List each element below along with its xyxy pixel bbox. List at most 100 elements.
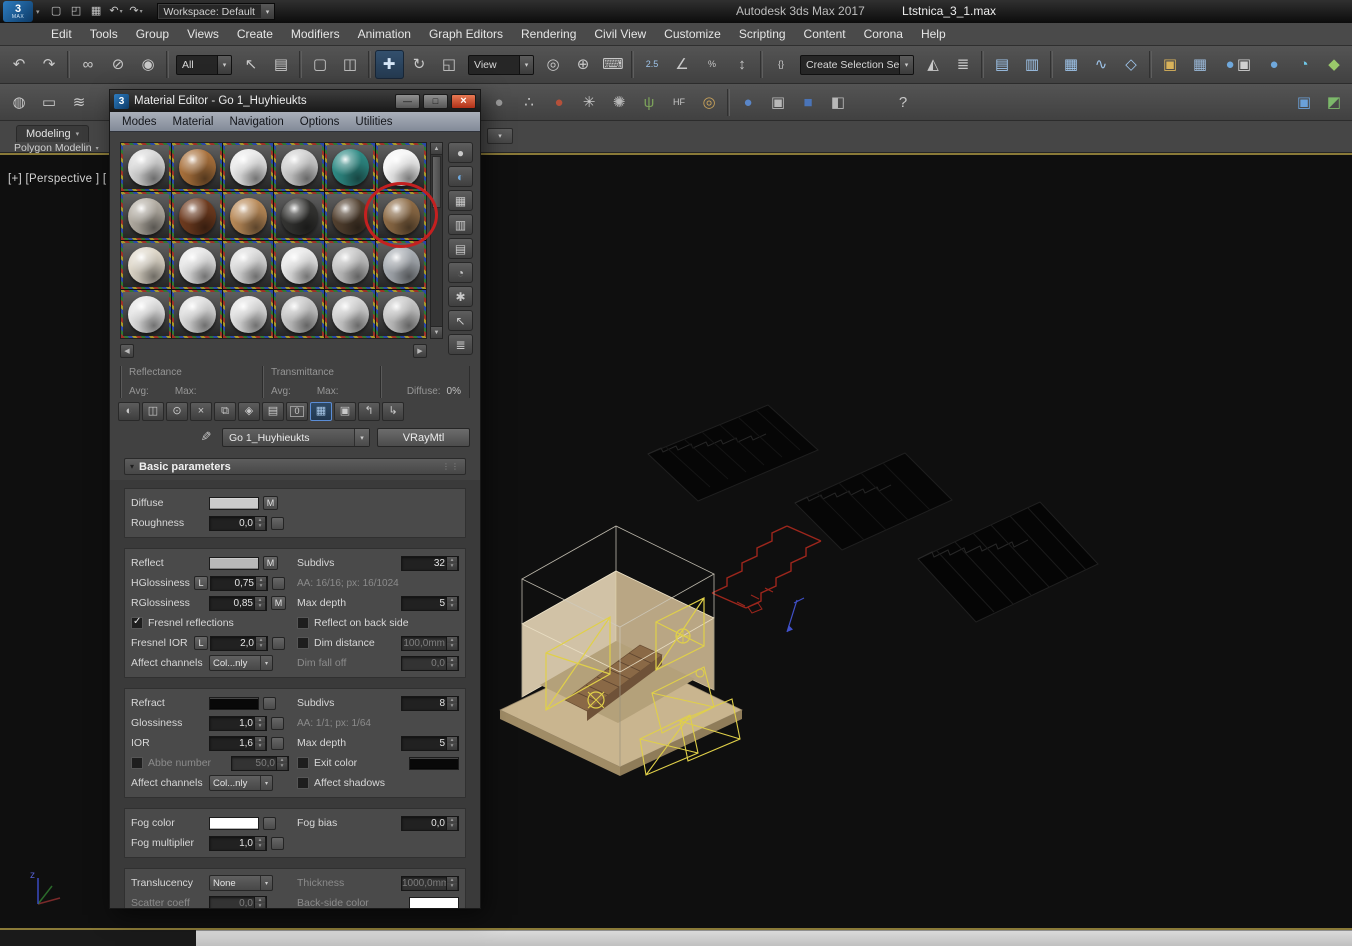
ribbon-panel-polygon-modeling[interactable]: Polygon Modelin ▾	[6, 142, 107, 154]
reflect-color-swatch[interactable]	[209, 557, 259, 570]
chevron-down-icon[interactable]: ▾	[354, 429, 369, 446]
render-setup-dialog-icon[interactable]: ▣	[1230, 50, 1259, 79]
material-slot-9[interactable]	[223, 192, 273, 240]
material-editor-titlebar[interactable]: 3 Material Editor - Go 1_Huyhieukts — □ …	[110, 90, 480, 112]
material-slot-4[interactable]	[274, 143, 324, 191]
ior-map-button[interactable]	[271, 737, 284, 750]
minimize-button[interactable]: —	[395, 94, 420, 109]
reflect-back-side-checkbox[interactable]	[297, 617, 309, 629]
maximize-button[interactable]: □	[423, 94, 448, 109]
material-slot-23[interactable]	[325, 290, 375, 338]
menu-item-options[interactable]: Options	[292, 116, 348, 128]
cloud-render-icon[interactable]: ◔	[1290, 50, 1319, 79]
ribbon-mini-dropdown[interactable]: ▾	[487, 128, 513, 144]
roughness-map-button[interactable]	[271, 517, 284, 530]
menu-item-help[interactable]: Help	[912, 23, 955, 45]
material-slot-13[interactable]	[121, 241, 171, 289]
menu-item-edit[interactable]: Edit	[42, 23, 81, 45]
dim-distance-checkbox[interactable]	[297, 637, 309, 649]
gear-icon[interactable]: ✺	[605, 88, 634, 117]
stair-ramp-object-2[interactable]	[795, 453, 952, 550]
asset-tracking-icon[interactable]: ▭	[35, 88, 64, 117]
redo-icon[interactable]: ↷	[35, 50, 64, 79]
maxscript-mini-listener[interactable]	[0, 930, 196, 946]
menu-item-navigation[interactable]: Navigation	[221, 116, 291, 128]
go-forward-sibling-icon[interactable]: ↳	[382, 402, 404, 421]
go-to-parent-icon[interactable]: ↰	[358, 402, 380, 421]
make-copy-icon[interactable]: ⧉	[214, 402, 236, 421]
chevron-down-icon[interactable]: ▾	[519, 56, 533, 74]
select-by-material-icon[interactable]: ↖	[448, 310, 473, 331]
red-sphere-icon[interactable]: ●	[545, 88, 574, 117]
isolate-toggle-icon[interactable]: ◩	[1320, 88, 1349, 117]
basic-parameters-rollout[interactable]: ▾ Basic parameters ⋮⋮	[124, 458, 466, 475]
backlight-icon[interactable]: ◐	[448, 166, 473, 187]
render-setup-icon[interactable]: ▣	[1156, 50, 1185, 79]
fog-color-swatch[interactable]	[209, 817, 259, 830]
scrollbar-thumb[interactable]	[432, 156, 441, 208]
mirror-icon[interactable]: ◭	[919, 50, 948, 79]
fresnel-ior-lock-button[interactable]: L	[194, 636, 208, 650]
slot-scroll-right-icon[interactable]: ▶	[413, 344, 427, 358]
donut-icon[interactable]: ◎	[695, 88, 724, 117]
menu-item-content[interactable]: Content	[795, 23, 855, 45]
layer-explorer-icon[interactable]: ▥	[1018, 50, 1047, 79]
rectangular-selection-region-icon[interactable]: ▢	[306, 50, 335, 79]
reflect-max-depth-spinner[interactable]: 5	[401, 596, 459, 611]
reset-material-icon[interactable]: ×	[190, 402, 212, 421]
material-slot-10[interactable]	[274, 192, 324, 240]
select-and-link-icon[interactable]: ∞	[74, 50, 103, 79]
background-icon[interactable]: ▦	[448, 190, 473, 211]
track-bar[interactable]	[196, 930, 1352, 946]
get-material-icon[interactable]: ◐	[118, 402, 140, 421]
roughness-spinner[interactable]: 0,0	[209, 516, 267, 531]
dim-falloff-spinner[interactable]: 0,0	[401, 656, 459, 671]
material-slot-17[interactable]	[325, 241, 375, 289]
exit-color-checkbox[interactable]	[297, 757, 309, 769]
refract-subdivs-spinner[interactable]: 8	[401, 696, 459, 711]
fresnel-reflections-checkbox[interactable]	[131, 617, 143, 629]
scatter-coeff-spinner[interactable]: 0,0	[209, 896, 267, 909]
grass-icon[interactable]: ψ	[635, 88, 664, 117]
select-and-scale-icon[interactable]: ◱	[435, 50, 464, 79]
bind-to-space-warp-icon[interactable]: ◉	[134, 50, 163, 79]
scene-script-icon[interactable]: ≋	[65, 88, 94, 117]
sample-uv-tiling-icon[interactable]: ▥	[448, 214, 473, 235]
menu-item-animation[interactable]: Animation	[349, 23, 420, 45]
diffuse-color-swatch[interactable]	[209, 497, 259, 510]
menu-item-modifiers[interactable]: Modifiers	[282, 23, 349, 45]
thickness-spinner[interactable]: 1000,0mm	[401, 876, 459, 891]
particle-dots-icon[interactable]: ∴	[515, 88, 544, 117]
menu-item-material[interactable]: Material	[165, 116, 222, 128]
affect-shadows-checkbox[interactable]	[297, 777, 309, 789]
hglossiness-lock-button[interactable]: L	[194, 576, 208, 590]
new-scene-icon[interactable]: ▢	[47, 3, 66, 21]
pick-material-eyedropper-icon[interactable]: ✎	[196, 428, 216, 446]
material-slot-21[interactable]	[223, 290, 273, 338]
material-id-channel-icon[interactable]: 0	[286, 402, 308, 421]
put-to-library-icon[interactable]: ▤	[262, 402, 284, 421]
menu-item-modes[interactable]: Modes	[114, 116, 165, 128]
menu-item-scripting[interactable]: Scripting	[730, 23, 795, 45]
menu-item-utilities[interactable]: Utilities	[347, 116, 400, 128]
state-sets-icon[interactable]: ▣	[1290, 88, 1319, 117]
chevron-down-icon[interactable]: ▾	[899, 56, 913, 74]
slot-scrollbar[interactable]: ▲ ▼	[430, 142, 443, 339]
diffuse-map-button[interactable]: M	[263, 496, 278, 510]
sphere-gray-icon[interactable]: ●	[485, 88, 514, 117]
exit-color-swatch[interactable]	[409, 757, 459, 770]
scene-explorer-icon[interactable]: ▤	[988, 50, 1017, 79]
ribbon-tab-modeling[interactable]: Modeling ▾	[16, 125, 89, 142]
menu-item-views[interactable]: Views	[178, 23, 228, 45]
ribbon-toggle-icon[interactable]: ▦	[1057, 50, 1086, 79]
affect-channels-dropdown[interactable]: Col...nly ▾	[209, 655, 273, 671]
dim-distance-spinner[interactable]: 100,0mm	[401, 636, 459, 651]
refract-affect-channels-dropdown[interactable]: Col...nly ▾	[209, 775, 273, 791]
snaps-toggle-icon[interactable]: 2.5	[638, 50, 667, 79]
curve-editor-icon[interactable]: ∿	[1087, 50, 1116, 79]
menu-item-corona[interactable]: Corona	[855, 23, 912, 45]
fresnel-ior-map-button[interactable]	[272, 637, 285, 650]
abbe-number-spinner[interactable]: 50,0	[231, 756, 289, 771]
material-slot-19[interactable]	[121, 290, 171, 338]
abbe-number-checkbox[interactable]	[131, 757, 143, 769]
